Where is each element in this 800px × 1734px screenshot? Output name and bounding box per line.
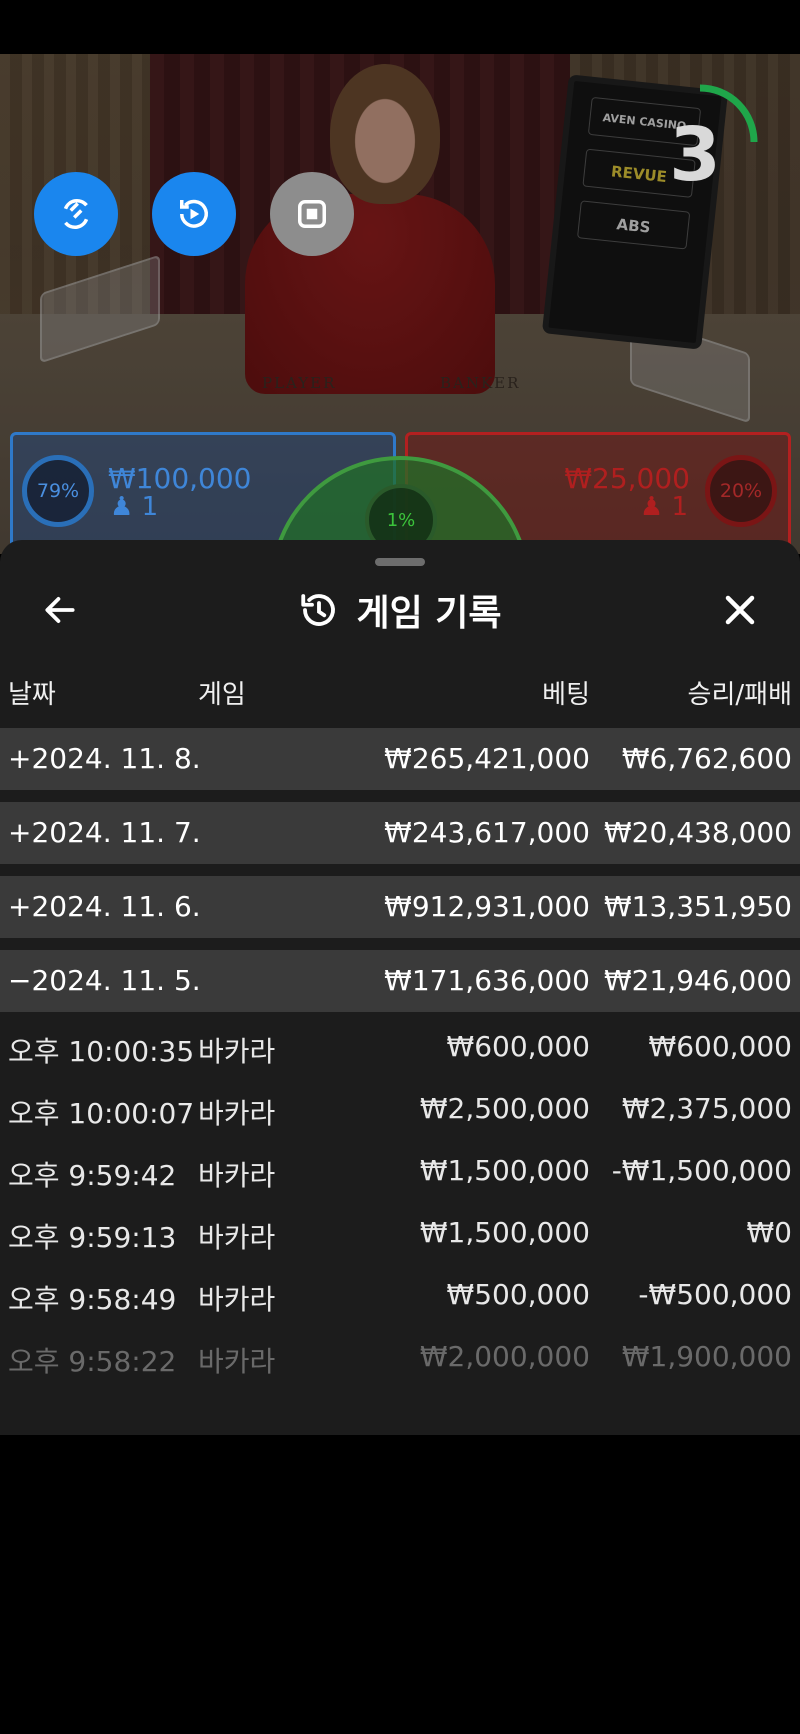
day-row[interactable]: +2024. 11. 8. ₩265,421,000 ₩6,762,600 — [0, 728, 800, 790]
day-row[interactable]: +2024. 11. 6. ₩912,931,000 ₩13,351,950 — [0, 876, 800, 938]
game-history-sheet: 게임 기록 날짜 게임 베팅 승리/패배 +2024. 11. 8. ₩265,… — [0, 540, 800, 1435]
day-date: +2024. 11. 7. — [8, 816, 201, 849]
entry-game: 바카라 — [198, 1345, 276, 1378]
history-icon — [301, 594, 336, 626]
day-bet: ₩243,617,000 — [384, 816, 590, 849]
close-icon — [725, 595, 755, 625]
column-win-loss: 승리/패배 — [687, 680, 792, 710]
history-table-header: 날짜 게임 베팅 승리/패배 — [0, 674, 800, 714]
entry-bet: ₩500,000 — [446, 1278, 590, 1311]
entry-win-loss: ₩1,900,000 — [621, 1340, 792, 1373]
entry-game: 바카라 — [198, 1283, 276, 1316]
day-win-loss: ₩21,946,000 — [603, 964, 792, 997]
entry-game: 바카라 — [198, 1035, 276, 1068]
history-entry[interactable]: 오후 10:00:07 바카라 ₩2,500,000 ₩2,375,000 — [0, 1082, 800, 1138]
entry-win-loss: ₩600,000 — [648, 1030, 792, 1063]
entry-win-loss: ₩2,375,000 — [621, 1092, 792, 1125]
banker-count: ♟ 1 — [640, 492, 688, 522]
entry-time: 오후 9:58:22 — [8, 1345, 177, 1378]
column-bet: 베팅 — [542, 680, 590, 710]
entry-win-loss: ₩0 — [746, 1216, 793, 1249]
history-entry[interactable]: 오후 9:58:49 바카라 ₩500,000 -₩500,000 — [0, 1268, 800, 1324]
page-title: 게임 기록 — [356, 593, 502, 634]
day-date: −2024. 11. 5. — [8, 964, 201, 997]
day-win-loss: ₩20,438,000 — [603, 816, 792, 849]
entry-win-loss: -₩1,500,000 — [611, 1154, 792, 1187]
entry-bet: ₩2,500,000 — [419, 1092, 590, 1125]
replay-icon — [180, 199, 208, 228]
column-date: 날짜 — [8, 680, 56, 710]
stop-icon — [298, 200, 326, 228]
history-entry[interactable]: 오후 9:59:42 바카라 ₩1,500,000 -₩1,500,000 — [0, 1144, 800, 1200]
banker-percent: 20% — [705, 455, 777, 527]
day-win-loss: ₩13,351,950 — [603, 890, 792, 923]
day-row[interactable]: +2024. 11. 7. ₩243,617,000 ₩20,438,000 — [0, 802, 800, 864]
switch-camera-button[interactable] — [34, 172, 118, 256]
player-bet-amount: ₩100,000 — [108, 462, 252, 495]
swap-icon — [63, 198, 89, 230]
day-date: +2024. 11. 8. — [8, 742, 201, 775]
column-game: 게임 — [198, 680, 246, 710]
entry-bet: ₩1,500,000 — [419, 1216, 590, 1249]
day-row-expanded[interactable]: −2024. 11. 5. ₩171,636,000 ₩21,946,000 — [0, 950, 800, 1012]
entry-game: 바카라 — [198, 1159, 276, 1192]
day-date: +2024. 11. 6. — [8, 890, 201, 923]
entry-game: 바카라 — [198, 1221, 276, 1254]
banker-count-value: 1 — [671, 492, 688, 522]
entry-win-loss: -₩500,000 — [638, 1278, 792, 1311]
history-entry[interactable]: 오후 9:58:22 바카라 ₩2,000,000 ₩1,900,000 — [0, 1330, 800, 1386]
sheet-drag-handle[interactable] — [375, 558, 425, 566]
day-bet: ₩912,931,000 — [384, 890, 590, 923]
banker-bet-amount: ₩25,000 — [564, 462, 690, 495]
stop-button[interactable] — [270, 172, 354, 256]
countdown-timer: 3 — [669, 112, 721, 198]
entry-time: 오후 9:59:13 — [8, 1221, 177, 1254]
history-entry[interactable]: 오후 9:59:13 바카라 ₩1,500,000 ₩0 — [0, 1206, 800, 1262]
entry-time: 오후 10:00:35 — [8, 1035, 195, 1068]
person-icon: ♟ — [110, 492, 134, 522]
sheet-header: 게임 기록 — [0, 580, 800, 640]
entry-time: 오후 10:00:07 — [8, 1097, 195, 1130]
entry-time: 오후 9:59:42 — [8, 1159, 177, 1192]
day-bet: ₩171,636,000 — [384, 964, 590, 997]
close-button[interactable] — [716, 586, 764, 634]
player-count-value: 1 — [141, 492, 159, 522]
player-count: ♟ 1 — [110, 492, 158, 522]
day-bet: ₩265,421,000 — [384, 742, 590, 775]
entry-bet: ₩600,000 — [446, 1030, 590, 1063]
entry-bet: ₩2,000,000 — [419, 1340, 590, 1373]
autoplay-button[interactable] — [152, 172, 236, 256]
person-icon: ♟ — [639, 492, 664, 522]
player-percent: 79% — [22, 455, 94, 527]
entry-game: 바카라 — [198, 1097, 276, 1130]
entry-time: 오후 9:58:49 — [8, 1283, 177, 1316]
day-win-loss: ₩6,762,600 — [621, 742, 792, 775]
history-entry[interactable]: 오후 10:00:35 바카라 ₩600,000 ₩600,000 — [0, 1020, 800, 1076]
entry-bet: ₩1,500,000 — [419, 1154, 590, 1187]
